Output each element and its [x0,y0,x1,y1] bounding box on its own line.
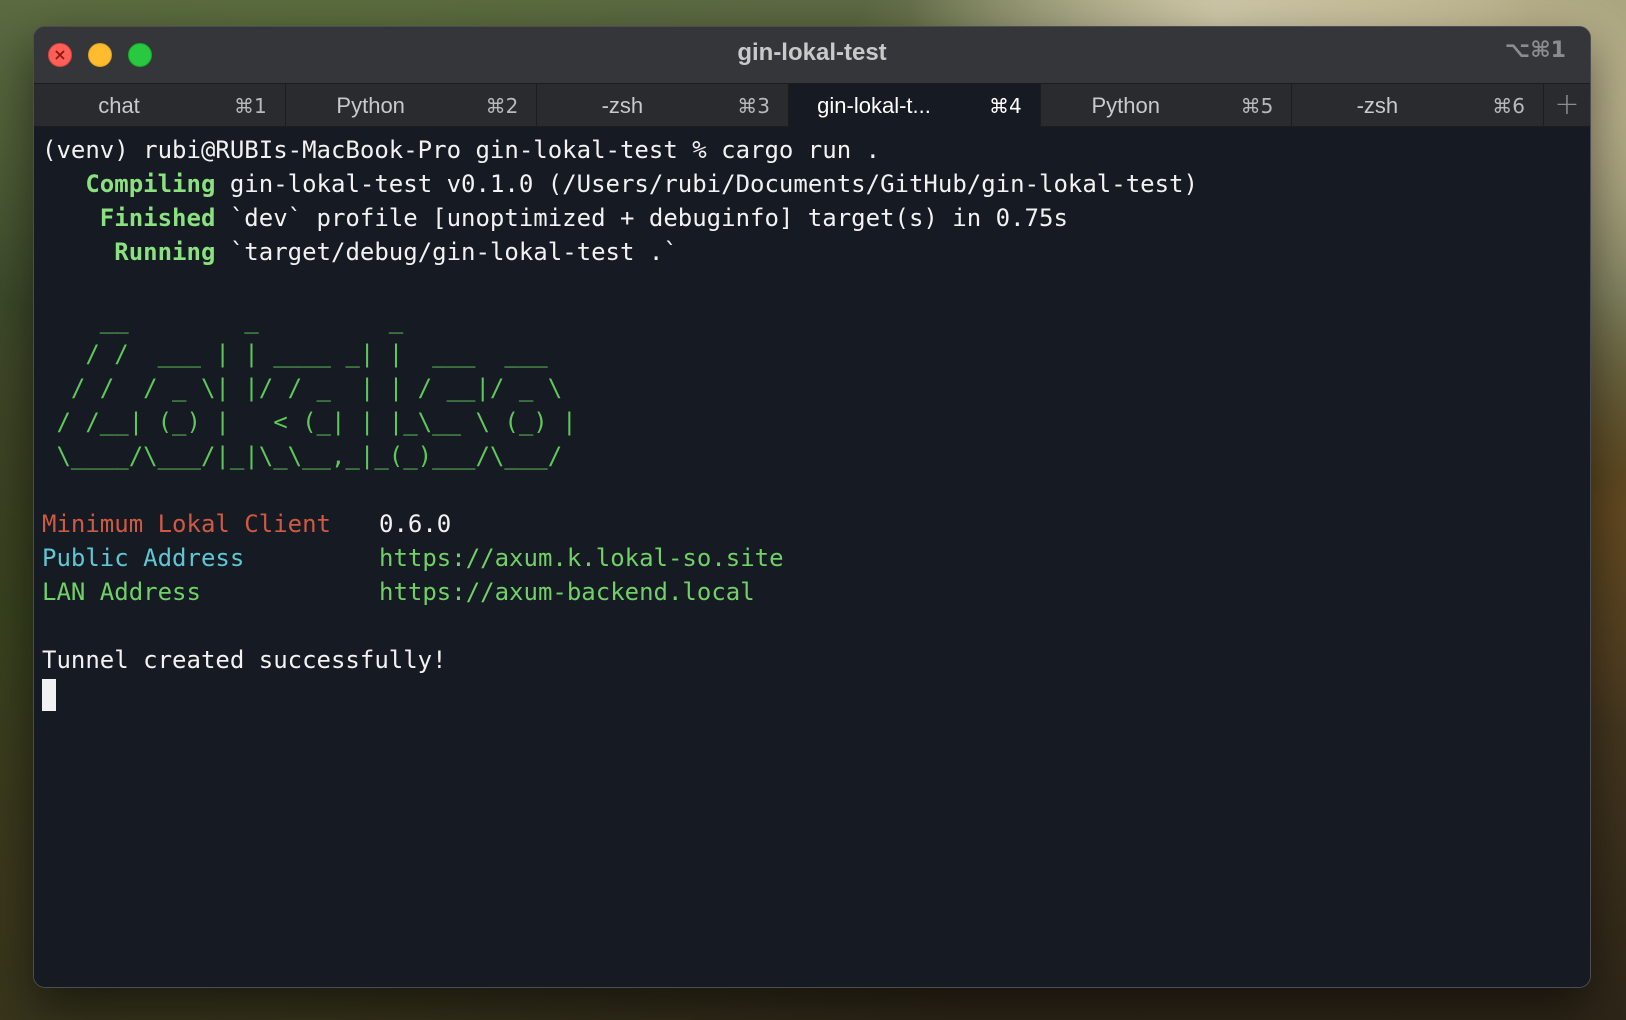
ascii-art-line: / / ___ | | ____ _| | ___ ___ [42,340,548,368]
lan-address-link[interactable]: https://axum-backend.local [379,578,755,606]
cursor-line [42,677,1582,711]
tab-zsh-2[interactable]: -zsh ⌘6 [1292,84,1545,128]
info-label: Public Address [42,544,245,572]
title-bar[interactable]: × gin-lokal-test ⌥⌘1 [34,27,1590,83]
tab-shortcut: ⌘4 [988,94,1022,118]
tab-label: -zsh [1356,93,1399,118]
info-label: Minimum Lokal Client [42,510,331,538]
tab-zsh[interactable]: -zsh ⌘3 [537,84,790,128]
tab-label: gin-lokal-t... [817,93,931,118]
finished-keyword: Finished [99,204,216,232]
tab-chat[interactable]: chat ⌘1 [34,84,286,128]
terminal-output[interactable]: (venv) rubi@RUBIs-MacBook-Pro gin-lokal-… [34,127,1590,987]
finished-line: Finished `dev` profile [unoptimized + de… [42,201,1582,235]
tab-shortcut: ⌘1 [233,94,267,118]
tab-label: chat [98,93,140,118]
command-prompt-line: (venv) rubi@RUBIs-MacBook-Pro gin-lokal-… [42,136,881,164]
window-shortcut: ⌥⌘1 [1504,38,1566,63]
tab-python-2[interactable]: Python ⌘5 [1041,84,1293,128]
plus-icon: + [1554,87,1580,122]
info-label: LAN Address [42,578,201,606]
tab-shortcut: ⌘5 [1240,94,1274,118]
running-line: Running `target/debug/gin-lokal-test .` [42,235,1582,269]
ascii-art-line: \____/\___/|_|\_\__,_|_(_)___/\___/ [42,442,563,470]
info-row-min-client: Minimum Lokal Client 0.6.0 [42,507,1582,541]
new-tab-button[interactable]: + [1544,84,1590,128]
info-row-lan-address: LAN Address https://axum-backend.local [42,575,1582,609]
info-value: 0.6.0 [379,510,452,538]
window-title: gin-lokal-test [737,39,887,66]
text-cursor [42,679,56,711]
ascii-art-line: / / / _ \| |/ / _ | | / __|/ _ \ [42,374,563,402]
terminal-window: × gin-lokal-test ⌥⌘1 chat ⌘1 Python ⌘2 -… [33,26,1591,988]
info-row-public-address: Public Address https://axum.k.lokal-so.si… [42,541,1582,575]
running-text: `target/debug/gin-lokal-test .` [215,238,678,266]
compiling-keyword: Compiling [85,170,216,198]
tab-python[interactable]: Python ⌘2 [286,84,538,128]
tab-shortcut: ⌘6 [1492,94,1526,118]
tab-shortcut: ⌘3 [737,94,771,118]
public-address-link[interactable]: https://axum.k.lokal-so.site [379,544,784,572]
tab-label: Python [336,93,405,118]
ascii-art-line: / /__| (_) | < (_| | |_\__ \ (_) | [42,408,577,436]
compiling-text: gin-lokal-test v0.1.0 (/Users/rubi/Docum… [215,170,1198,198]
tab-label: Python [1091,93,1160,118]
tab-label: -zsh [601,93,644,118]
tab-shortcut: ⌘2 [485,94,519,118]
compiling-line: Compiling gin-lokal-test v0.1.0 (/Users/… [42,167,1582,201]
status-message: Tunnel created successfully! [42,646,447,674]
tab-gin-lokal-test[interactable]: gin-lokal-t... ⌘4 [789,84,1041,128]
running-keyword: Running [114,238,216,266]
ascii-art-line: __ _ _ [42,306,404,334]
tab-bar: chat ⌘1 Python ⌘2 -zsh ⌘3 gin-lokal-t...… [34,83,1590,128]
finished-text: `dev` profile [unoptimized + debuginfo] … [215,204,1068,232]
